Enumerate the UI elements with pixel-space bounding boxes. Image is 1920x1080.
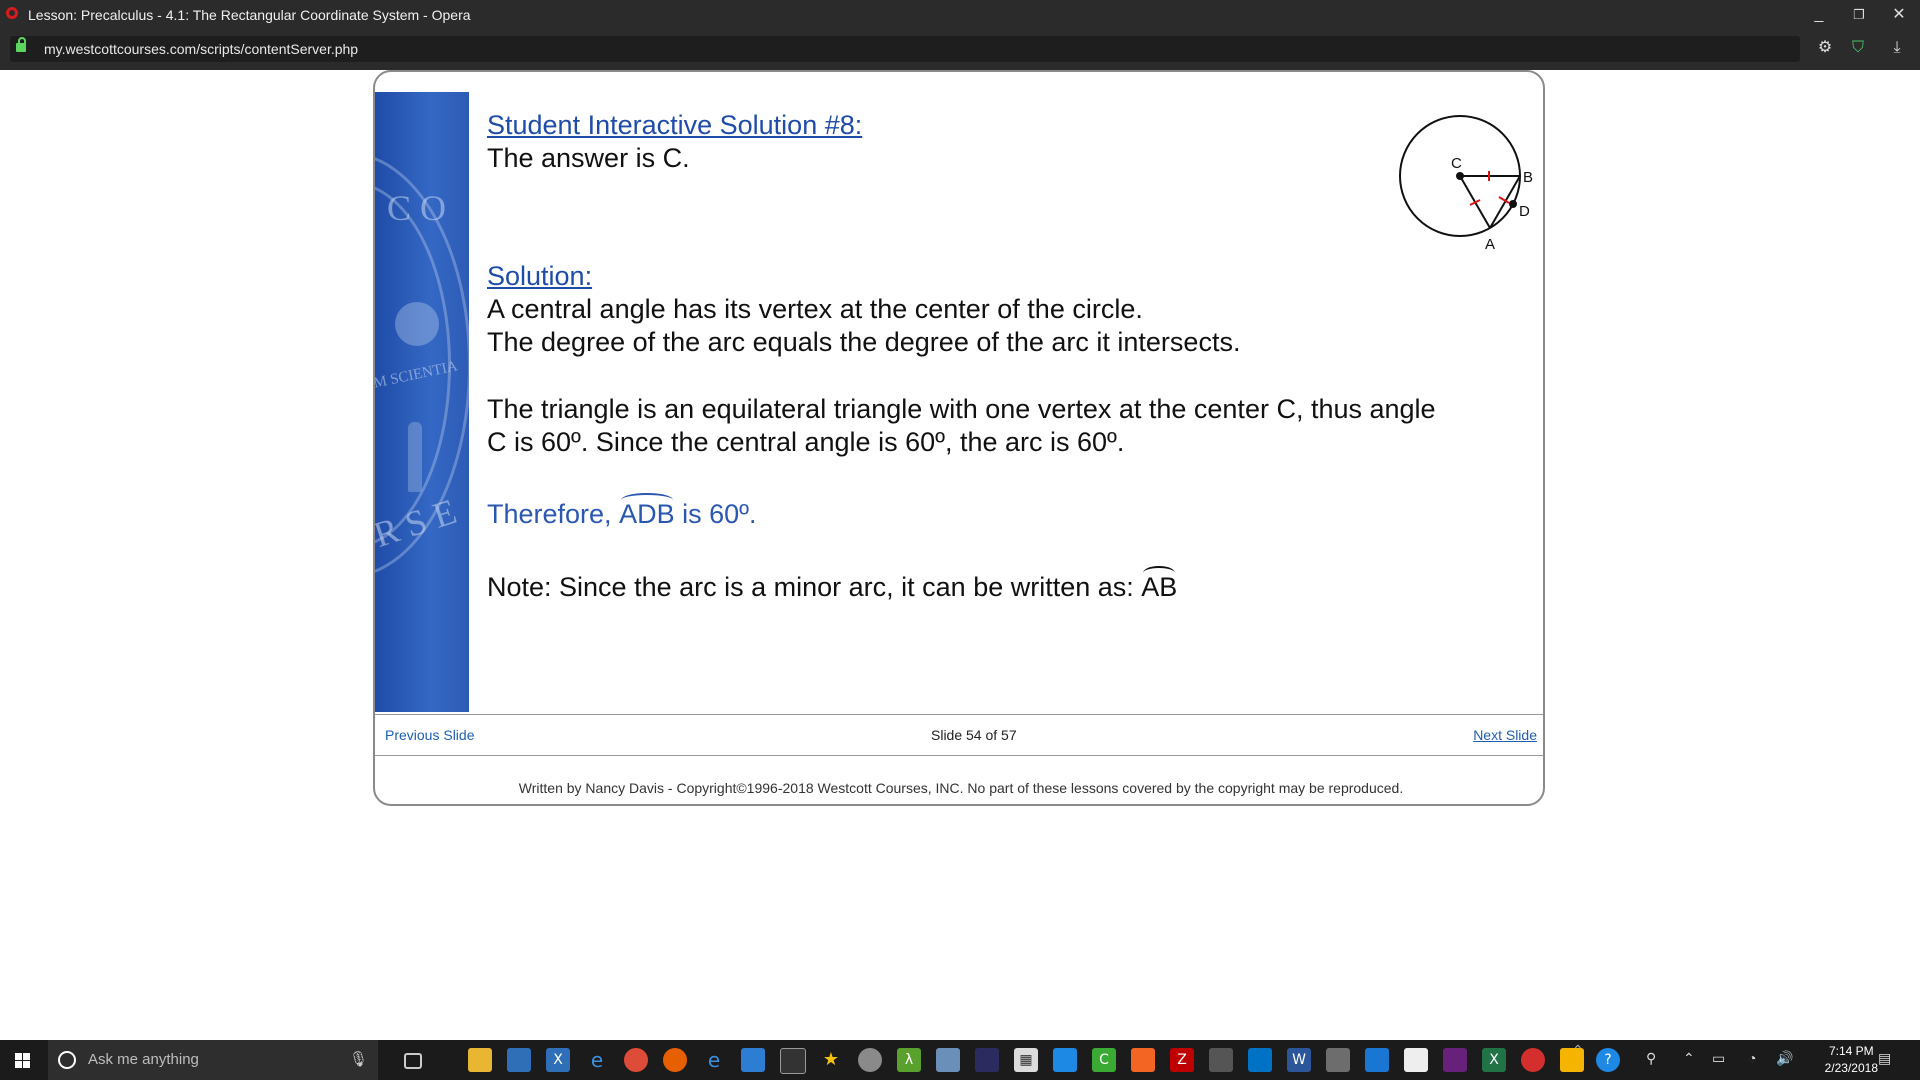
notifications-icon[interactable]: ▤: [1878, 1050, 1891, 1067]
lock-icon: [16, 37, 26, 52]
point-d: [1509, 200, 1517, 208]
app-gear-icon[interactable]: [858, 1048, 882, 1072]
outlook-icon[interactable]: [1248, 1048, 1272, 1072]
microphone-icon[interactable]: 🎙: [349, 1050, 368, 1068]
calculator-icon[interactable]: ▦: [1014, 1048, 1038, 1072]
label-b: B: [1523, 169, 1533, 186]
firefox-icon[interactable]: [663, 1048, 687, 1072]
point-c: [1456, 172, 1464, 180]
star-icon[interactable]: ★: [819, 1048, 843, 1072]
explanation-line-3: The triangle is an equilateral triangle …: [487, 394, 1436, 424]
window-title-bar: Lesson: Precalculus - 4.1: The Rectangul…: [0, 0, 1920, 30]
word-icon[interactable]: W: [1287, 1048, 1311, 1072]
restore-button[interactable]: ❐: [1840, 0, 1878, 30]
solution-heading: Solution:: [487, 261, 593, 291]
volume-icon[interactable]: 🔊: [1776, 1050, 1793, 1067]
chrome-icon[interactable]: [624, 1048, 648, 1072]
solution-title: Student Interactive Solution #8:: [487, 110, 863, 140]
close-button[interactable]: ✕: [1880, 0, 1918, 30]
search-box[interactable]: Ask me anything 🎙: [48, 1040, 378, 1080]
tray-expand-icon[interactable]: ⌃: [1683, 1050, 1695, 1067]
battery-icon[interactable]: ▭: [1712, 1050, 1725, 1067]
lambda-icon[interactable]: λ: [897, 1048, 921, 1072]
app-orange-icon[interactable]: [1131, 1048, 1155, 1072]
note-statement: Note: Since the arc is a minor arc, it c…: [487, 566, 1178, 603]
lesson-frame: C O M SCIENTIA R S E Student Interactive…: [373, 70, 1545, 806]
chevron-up-icon[interactable]: ⌃: [1572, 1042, 1584, 1059]
opera-logo-icon: [6, 7, 18, 19]
app-terminal-icon[interactable]: [1209, 1048, 1233, 1072]
slide-counter: Slide 54 of 57: [931, 727, 1017, 743]
app-dp-icon[interactable]: [780, 1048, 806, 1074]
explanation-line-4: C is 60º. Since the central angle is 60º…: [487, 427, 1125, 457]
powershell-icon[interactable]: [741, 1048, 765, 1072]
opera-taskbar-icon[interactable]: [1521, 1048, 1545, 1072]
minimize-button[interactable]: _: [1800, 0, 1838, 30]
seal-text-top: C O: [387, 188, 447, 228]
label-d: D: [1519, 203, 1530, 220]
clock-date: 2/23/2018: [1824, 1061, 1878, 1075]
therefore-prefix: Therefore,: [487, 499, 612, 529]
visual-studio-icon[interactable]: [1443, 1048, 1467, 1072]
system-clock[interactable]: 7:14 PM 2/23/2018: [1825, 1043, 1878, 1077]
task-view-icon[interactable]: [404, 1053, 422, 1069]
label-a: A: [1485, 236, 1495, 253]
arc-ab-label: AB: [1141, 566, 1178, 602]
internet-explorer-icon[interactable]: e: [702, 1048, 726, 1072]
settings-gear-icon[interactable]: ⚙: [1815, 38, 1835, 58]
copyright-footer: Written by Nancy Davis - Copyright©1996-…: [518, 780, 1404, 796]
window-title: Lesson: Precalculus - 4.1: The Rectangul…: [28, 7, 471, 23]
next-slide-link[interactable]: Next Slide: [1473, 727, 1537, 743]
globe-icon: [395, 302, 439, 346]
app-blue-cloud-icon[interactable]: [1053, 1048, 1077, 1072]
arc-adb-label: ADB: [619, 493, 675, 529]
explanation-line-2: The degree of the arc equals the degree …: [487, 327, 1241, 357]
app-remote-icon[interactable]: [1365, 1048, 1389, 1072]
windows-logo-icon: [15, 1053, 30, 1068]
note-prefix: Note: Since the arc is a minor arc, it c…: [487, 572, 1134, 602]
label-c: C: [1451, 155, 1462, 172]
people-icon[interactable]: ⚲: [1646, 1050, 1656, 1067]
app-dark-icon[interactable]: [975, 1048, 999, 1072]
app-x-icon[interactable]: X: [546, 1048, 570, 1072]
search-placeholder: Ask me anything: [88, 1051, 199, 1068]
file-explorer-icon[interactable]: [468, 1048, 492, 1072]
previous-slide-link[interactable]: Previous Slide: [385, 727, 475, 743]
store-icon[interactable]: [507, 1048, 531, 1072]
shield-check-icon[interactable]: ⛉: [1848, 38, 1868, 58]
url-text: my.westcottcourses.com/scripts/contentSe…: [44, 41, 359, 57]
excel-icon[interactable]: X: [1482, 1048, 1506, 1072]
app-blue-icon[interactable]: [936, 1048, 960, 1072]
start-button[interactable]: [0, 1040, 46, 1080]
therefore-suffix: is 60º.: [682, 499, 757, 529]
answer-text: The answer is C.: [487, 143, 690, 173]
lesson-sidebar-banner: C O M SCIENTIA R S E: [375, 92, 469, 712]
mail-icon[interactable]: [1404, 1048, 1428, 1072]
url-field[interactable]: my.westcottcourses.com/scripts/contentSe…: [10, 36, 1800, 62]
circle-diagram: C B D A: [1399, 115, 1533, 253]
wifi-icon[interactable]: ◔: [1748, 1050, 1756, 1066]
edge-icon[interactable]: e: [585, 1048, 609, 1072]
download-icon[interactable]: ⤓: [1887, 38, 1907, 58]
slide-navigation: Previous Slide Slide 54 of 57 Next Slide: [375, 714, 1543, 756]
cortana-icon: [58, 1051, 76, 1069]
app-network-icon[interactable]: [1326, 1048, 1350, 1072]
address-bar: my.westcottcourses.com/scripts/contentSe…: [0, 30, 1920, 70]
explanation-line-1: A central angle has its vertex at the ce…: [487, 294, 1143, 324]
app-green-c-icon[interactable]: C: [1092, 1048, 1116, 1072]
help-icon[interactable]: ?: [1596, 1048, 1620, 1072]
filezilla-icon[interactable]: Z: [1170, 1048, 1194, 1072]
therefore-statement: Therefore, ADB is 60º.: [487, 493, 757, 530]
clock-time: 7:14 PM: [1828, 1044, 1874, 1058]
windows-taskbar: Ask me anything 🎙 X e e ★ λ ▦ C Z W X ⌃ …: [0, 1040, 1920, 1080]
torch-icon: [408, 422, 422, 492]
